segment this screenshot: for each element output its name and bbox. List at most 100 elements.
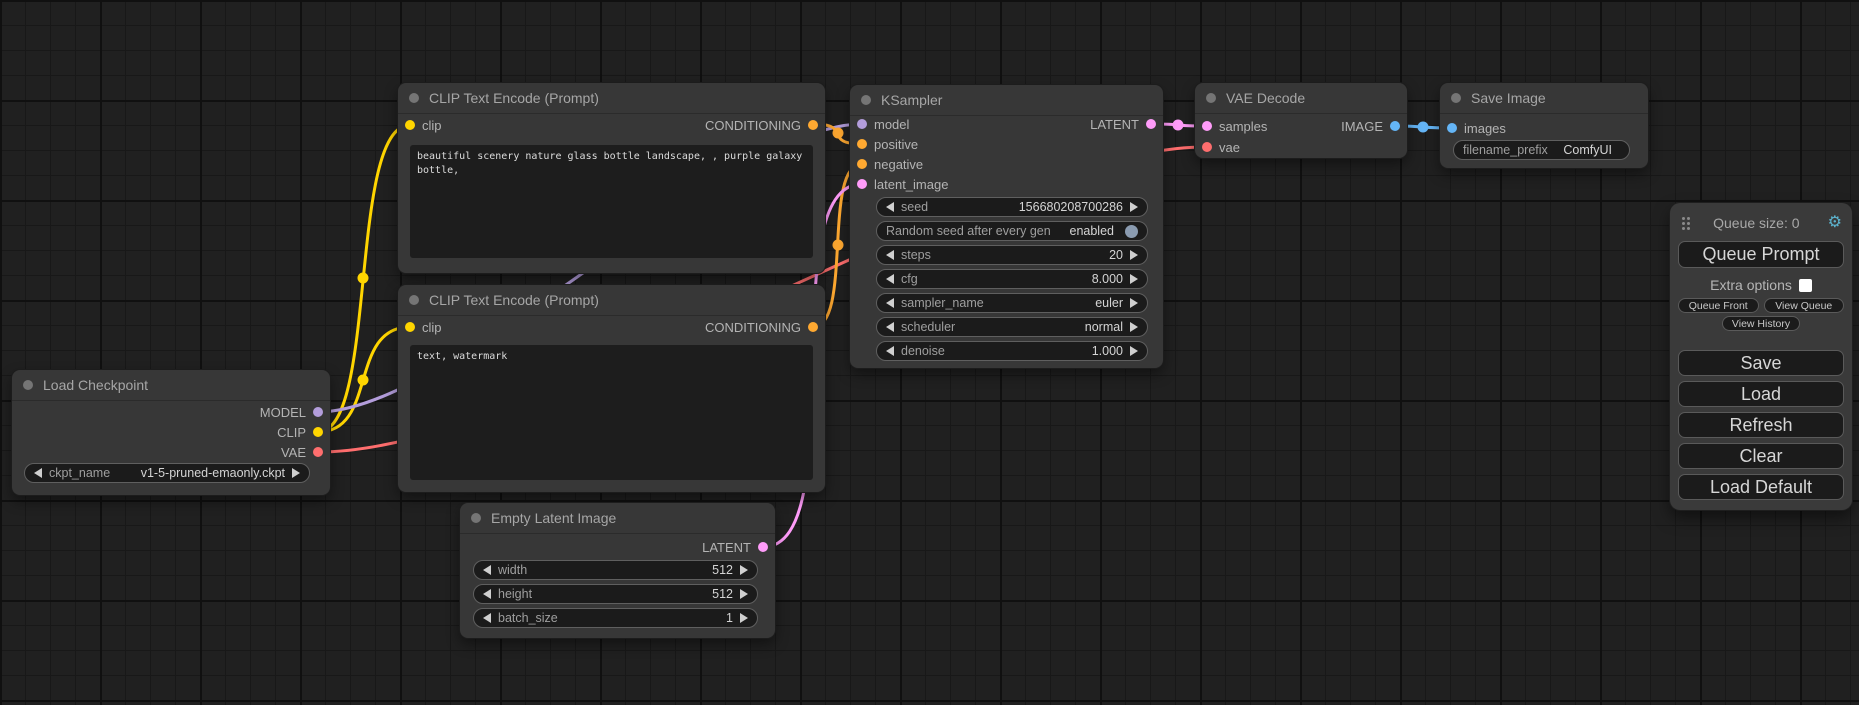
- model-port-icon[interactable]: [857, 119, 867, 129]
- next-arrow-icon[interactable]: [1130, 322, 1138, 332]
- next-arrow-icon[interactable]: [1130, 346, 1138, 356]
- node-title-label: CLIP Text Encode (Prompt): [429, 292, 599, 308]
- prev-arrow-icon[interactable]: [483, 565, 491, 575]
- node-clip-text-encode-positive[interactable]: CLIP Text Encode (Prompt) clip CONDITION…: [398, 83, 825, 273]
- steps-widget[interactable]: steps 20: [876, 245, 1148, 265]
- random-seed-toggle-widget[interactable]: Random seed after every gen enabled: [876, 221, 1148, 241]
- node-header[interactable]: KSampler: [850, 85, 1163, 116]
- collapse-dot-icon[interactable]: [1451, 93, 1461, 103]
- prev-arrow-icon[interactable]: [886, 298, 894, 308]
- next-arrow-icon[interactable]: [740, 565, 748, 575]
- latent-port-icon[interactable]: [1202, 121, 1212, 131]
- latent-port-icon[interactable]: [758, 542, 768, 552]
- prev-arrow-icon[interactable]: [483, 589, 491, 599]
- refresh-button[interactable]: Refresh: [1678, 412, 1844, 438]
- width-widget[interactable]: width 512: [473, 560, 758, 580]
- filename-prefix-widget[interactable]: filename_prefix ComfyUI: [1453, 140, 1630, 160]
- clip-port-icon[interactable]: [313, 427, 323, 437]
- collapse-dot-icon[interactable]: [471, 513, 481, 523]
- comfyui-canvas[interactable]: { "colors": { "model": "#B39DDB", "clip"…: [0, 0, 1859, 705]
- widget-value: 156680208700286: [1019, 200, 1123, 214]
- next-arrow-icon[interactable]: [1130, 250, 1138, 260]
- node-ksampler[interactable]: KSampler model positive negative latent_…: [850, 85, 1163, 368]
- node-empty-latent-image[interactable]: Empty Latent Image LATENT width 512 heig…: [460, 503, 775, 638]
- batch-size-widget[interactable]: batch_size 1: [473, 608, 758, 628]
- node-load-checkpoint[interactable]: Load Checkpoint MODEL CLIP VAE ckpt_name…: [12, 370, 330, 495]
- prev-arrow-icon[interactable]: [34, 468, 42, 478]
- input-negative: negative: [857, 156, 923, 172]
- node-clip-text-encode-negative[interactable]: CLIP Text Encode (Prompt) clip CONDITION…: [398, 285, 825, 492]
- next-arrow-icon[interactable]: [292, 468, 300, 478]
- node-title-label: Load Checkpoint: [43, 377, 148, 393]
- port-label: CLIP: [277, 425, 306, 440]
- seed-widget[interactable]: seed 156680208700286: [876, 197, 1148, 217]
- toggle-on-icon[interactable]: [1125, 225, 1138, 238]
- collapse-dot-icon[interactable]: [23, 380, 33, 390]
- collapse-dot-icon[interactable]: [861, 95, 871, 105]
- prev-arrow-icon[interactable]: [483, 613, 491, 623]
- cfg-widget[interactable]: cfg 8.000: [876, 269, 1148, 289]
- port-label: vae: [1219, 140, 1240, 155]
- conditioning-port-icon[interactable]: [808, 120, 818, 130]
- port-label: samples: [1219, 119, 1267, 134]
- prev-arrow-icon[interactable]: [886, 250, 894, 260]
- collapse-dot-icon[interactable]: [1206, 93, 1216, 103]
- clear-button[interactable]: Clear: [1678, 443, 1844, 469]
- height-widget[interactable]: height 512: [473, 584, 758, 604]
- load-button[interactable]: Load: [1678, 381, 1844, 407]
- latent-port-icon[interactable]: [1146, 119, 1156, 129]
- node-header[interactable]: CLIP Text Encode (Prompt): [398, 83, 825, 114]
- load-default-button[interactable]: Load Default: [1678, 474, 1844, 500]
- next-arrow-icon[interactable]: [740, 589, 748, 599]
- port-label: images: [1464, 121, 1506, 136]
- next-arrow-icon[interactable]: [1130, 202, 1138, 212]
- view-history-button[interactable]: View History: [1722, 316, 1800, 331]
- view-queue-button[interactable]: View Queue: [1764, 298, 1845, 313]
- latent-port-icon[interactable]: [857, 179, 867, 189]
- extra-options-checkbox[interactable]: [1799, 279, 1812, 292]
- positive-prompt-textarea[interactable]: beautiful scenery nature glass bottle la…: [410, 145, 813, 258]
- collapse-dot-icon[interactable]: [409, 93, 419, 103]
- node-header[interactable]: Empty Latent Image: [460, 503, 775, 534]
- node-vae-decode[interactable]: VAE Decode samples vae IMAGE: [1195, 83, 1407, 158]
- conditioning-port-icon[interactable]: [808, 322, 818, 332]
- node-header[interactable]: VAE Decode: [1195, 83, 1407, 114]
- conditioning-port-icon[interactable]: [857, 139, 867, 149]
- queue-front-button[interactable]: Queue Front: [1678, 298, 1759, 313]
- output-conditioning: CONDITIONING: [705, 319, 818, 335]
- ckpt-name-widget[interactable]: ckpt_name v1-5-pruned-emaonly.ckpt: [24, 463, 310, 483]
- sampler-name-widget[interactable]: sampler_name euler: [876, 293, 1148, 313]
- save-button[interactable]: Save: [1678, 350, 1844, 376]
- node-save-image[interactable]: Save Image images filename_prefix ComfyU…: [1440, 83, 1648, 168]
- queue-prompt-button[interactable]: Queue Prompt: [1678, 241, 1844, 268]
- queue-panel[interactable]: Queue size: 0 ⚙ Queue Prompt Extra optio…: [1670, 203, 1852, 510]
- scheduler-widget[interactable]: scheduler normal: [876, 317, 1148, 337]
- node-header[interactable]: CLIP Text Encode (Prompt): [398, 285, 825, 316]
- image-port-icon[interactable]: [1447, 123, 1457, 133]
- vae-port-icon[interactable]: [313, 447, 323, 457]
- gear-icon[interactable]: ⚙: [1828, 215, 1842, 231]
- clip-port-icon[interactable]: [405, 322, 415, 332]
- node-header[interactable]: Save Image: [1440, 83, 1648, 114]
- next-arrow-icon[interactable]: [1130, 274, 1138, 284]
- prev-arrow-icon[interactable]: [886, 202, 894, 212]
- next-arrow-icon[interactable]: [740, 613, 748, 623]
- model-port-icon[interactable]: [313, 407, 323, 417]
- prev-arrow-icon[interactable]: [886, 346, 894, 356]
- denoise-widget[interactable]: denoise 1.000: [876, 341, 1148, 361]
- conditioning-port-icon[interactable]: [857, 159, 867, 169]
- widget-label: denoise: [901, 344, 945, 358]
- vae-port-icon[interactable]: [1202, 142, 1212, 152]
- negative-prompt-textarea[interactable]: text, watermark: [410, 345, 813, 480]
- image-port-icon[interactable]: [1390, 121, 1400, 131]
- input-images: images: [1447, 120, 1506, 136]
- clip-port-icon[interactable]: [405, 120, 415, 130]
- queue-panel-header: Queue size: 0 ⚙: [1678, 211, 1844, 235]
- node-title-label: Save Image: [1471, 90, 1546, 106]
- widget-value: 1.000: [1092, 344, 1123, 358]
- collapse-dot-icon[interactable]: [409, 295, 419, 305]
- prev-arrow-icon[interactable]: [886, 274, 894, 284]
- prev-arrow-icon[interactable]: [886, 322, 894, 332]
- node-header[interactable]: Load Checkpoint: [12, 370, 330, 401]
- next-arrow-icon[interactable]: [1130, 298, 1138, 308]
